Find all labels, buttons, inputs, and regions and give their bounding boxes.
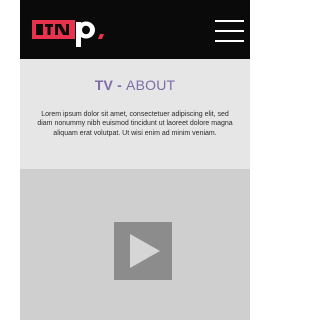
hamburger-menu-icon[interactable]: [215, 20, 244, 42]
title-separator: -: [113, 77, 127, 93]
menu-bar-bottom: [215, 40, 244, 42]
top-header: [20, 0, 250, 59]
title-about: ABOUT: [126, 77, 176, 93]
play-icon: [130, 234, 160, 268]
menu-bar-top: [215, 20, 244, 22]
itnp-logo[interactable]: [32, 12, 122, 52]
about-description: Lorem ipsum dolor sit amet, consectetuer…: [37, 111, 233, 137]
video-player[interactable]: [20, 169, 250, 320]
mobile-page: TV - ABOUT Lorem ipsum dolor sit amet, c…: [20, 0, 250, 320]
about-section: TV - ABOUT Lorem ipsum dolor sit amet, c…: [20, 59, 250, 169]
title-tv: TV: [94, 77, 113, 93]
play-button[interactable]: [114, 222, 172, 280]
section-title: TV - ABOUT: [20, 77, 250, 93]
menu-bar-middle: [215, 30, 244, 32]
